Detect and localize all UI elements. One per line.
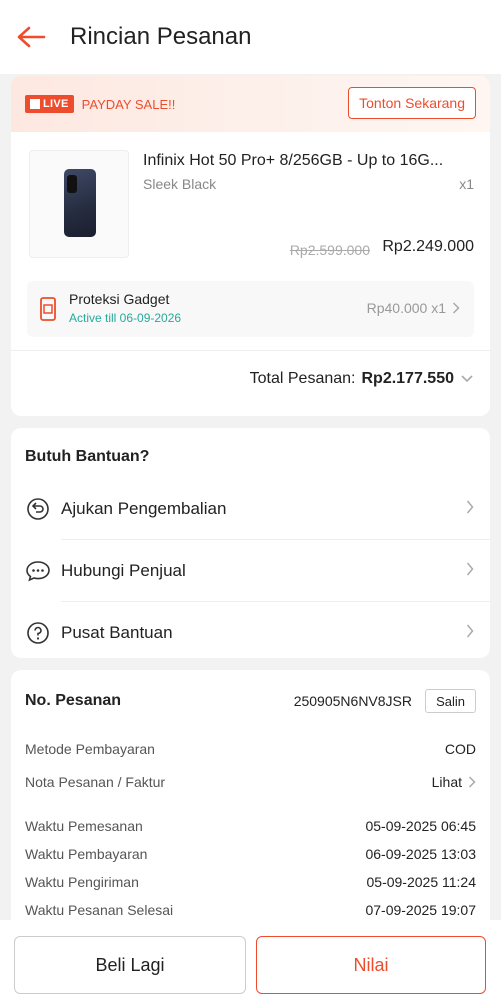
question-icon [25, 620, 51, 646]
time-label: Waktu Pengiriman [25, 874, 139, 890]
payment-method-value: COD [444, 740, 476, 757]
rate-button[interactable]: Nilai [256, 936, 486, 994]
phone-protection-icon [40, 297, 56, 321]
camera-module [67, 175, 77, 193]
order-number-row: No. Pesanan 250905N6NV8JSR Salin [11, 670, 490, 732]
chevron-right-icon [466, 500, 474, 514]
bottom-action-bar: Beli Lagi Nilai [0, 920, 501, 1000]
order-number-label: No. Pesanan [25, 692, 122, 709]
help-title: Butuh Bantuan? [25, 448, 150, 465]
contact-seller-item[interactable]: Hubungi Penjual [11, 540, 490, 602]
page-title: Rincian Pesanan [70, 23, 252, 50]
product-variant: Sleek Black [143, 176, 217, 192]
time-value: 05-09-2025 06:45 [365, 818, 476, 834]
time-label: Waktu Pembayaran [25, 846, 148, 862]
app-header: Rincian Pesanan [0, 0, 501, 74]
chevron-right-icon [468, 775, 476, 788]
invoice-link-label: Lihat [431, 773, 462, 790]
watch-now-button[interactable]: Tonton Sekarang [348, 87, 476, 119]
chevron-right-icon [466, 624, 474, 638]
time-row: Waktu Pembayaran 06-09-2025 13:03 [11, 840, 490, 868]
live-badge-label: LIVE [43, 98, 69, 110]
contact-seller-label: Hubungi Penjual [61, 561, 186, 580]
live-banner[interactable]: LIVE PAYDAY SALE!! Tonton Sekarang [11, 76, 490, 132]
protection-status: Active till 06-09-2026 [69, 311, 182, 325]
shop-logo-icon [30, 99, 40, 109]
order-total[interactable]: Total Pesanan: Rp2.177.550 [250, 370, 474, 388]
gadget-protection-row[interactable]: Proteksi Gadget Active till 06-09-2026 R… [27, 281, 474, 337]
payday-label: PAYDAY SALE!! [81, 96, 176, 112]
arrow-left-icon [17, 26, 46, 48]
help-card: Butuh Bantuan? Ajukan Pengembalian Hubun… [11, 428, 490, 658]
payment-method-label: Metode Pembayaran [25, 740, 155, 757]
payment-method-row: Metode Pembayaran COD [11, 732, 490, 765]
protection-title: Proteksi Gadget [69, 291, 170, 307]
product-quantity: x1 [459, 176, 474, 192]
return-request-label: Ajukan Pengembalian [61, 499, 227, 518]
chat-icon [25, 558, 51, 584]
protection-price: Rp40.000 x1 [367, 300, 460, 316]
product-thumbnail[interactable] [29, 150, 129, 258]
chevron-right-icon [466, 562, 474, 576]
time-value: 06-09-2025 13:03 [365, 846, 476, 862]
invoice-label: Nota Pesanan / Faktur [25, 773, 166, 790]
order-info-card: No. Pesanan 250905N6NV8JSR Salin Metode … [11, 670, 490, 930]
time-row: Waktu Pemesanan 05-09-2025 06:45 [11, 812, 490, 840]
help-center-label: Pusat Bantuan [61, 623, 173, 642]
time-row: Waktu Pengiriman 05-09-2025 11:24 [11, 868, 490, 896]
invoice-link[interactable]: Lihat [432, 774, 476, 790]
return-request-item[interactable]: Ajukan Pengembalian [11, 478, 490, 540]
product-name[interactable]: Infinix Hot 50 Pro+ 8/256GB - Up to 16G.… [143, 152, 473, 170]
time-value: 07-09-2025 19:07 [365, 902, 476, 918]
back-button[interactable] [14, 20, 48, 54]
product-card: LIVE PAYDAY SALE!! Tonton Sekarang Infin… [11, 76, 490, 416]
return-icon [25, 496, 51, 522]
divider [11, 350, 490, 351]
chevron-right-icon [452, 302, 460, 314]
protection-price-value: Rp40.000 x1 [366, 300, 446, 316]
total-label: Total Pesanan: [249, 370, 356, 387]
time-label: Waktu Pesanan Selesai [25, 902, 174, 918]
order-number: 250905N6NV8JSR [293, 693, 412, 709]
original-price: Rp2.599.000 [289, 242, 370, 258]
invoice-row[interactable]: Nota Pesanan / Faktur Lihat [11, 765, 490, 798]
chevron-down-icon [461, 375, 473, 383]
help-center-item[interactable]: Pusat Bantuan [11, 602, 490, 658]
product-price: Rp2.249.000 [382, 238, 474, 255]
time-label: Waktu Pemesanan [25, 818, 143, 834]
buy-again-button[interactable]: Beli Lagi [14, 936, 246, 994]
total-value: Rp2.177.550 [361, 370, 454, 387]
phone-image [64, 169, 96, 237]
live-badge: LIVE [25, 95, 74, 113]
copy-button[interactable]: Salin [425, 689, 476, 713]
time-value: 05-09-2025 11:24 [366, 874, 477, 890]
